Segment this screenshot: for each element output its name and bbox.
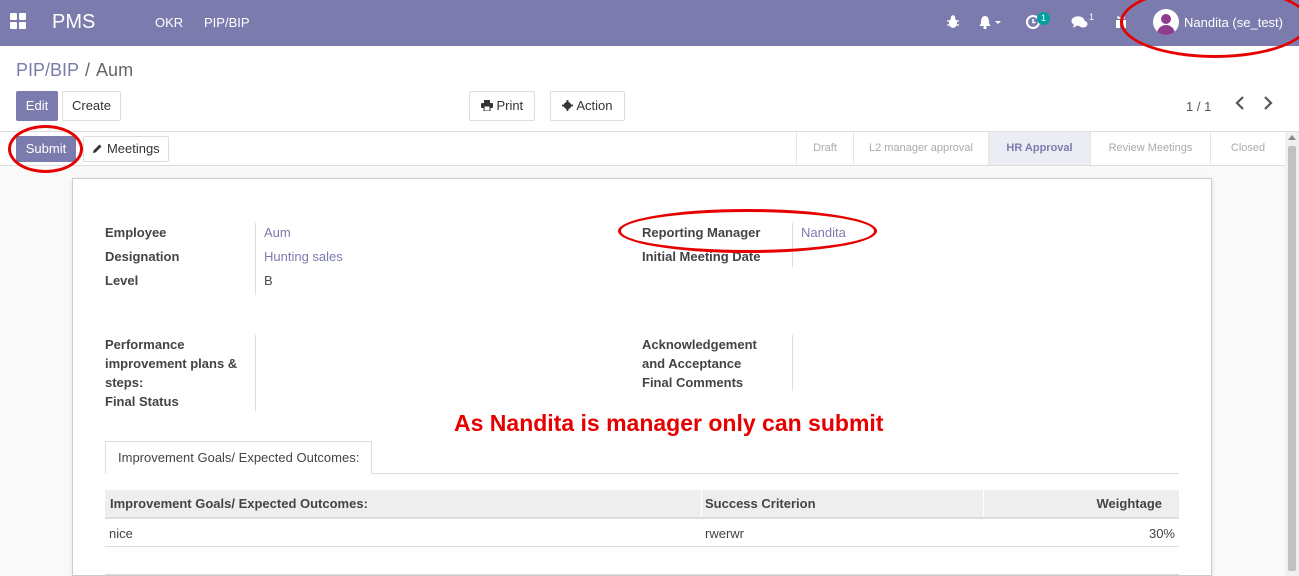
menu-item-okr[interactable]: OKR (155, 15, 183, 30)
action-button[interactable]: Action (550, 91, 625, 121)
acknowledgement-label-line2: and Acceptance (642, 356, 742, 371)
level-label: Level (105, 273, 139, 288)
vertical-scrollbar[interactable] (1285, 132, 1299, 576)
scroll-up-icon[interactable] (1288, 135, 1296, 140)
column-separator (983, 490, 984, 517)
pip-steps-label-line2: improvement plans & (105, 356, 238, 371)
acknowledgement-label-line1: Acknowledgement (642, 337, 757, 352)
column-header-goals[interactable]: Improvement Goals/ Expected Outcomes: (110, 490, 368, 517)
stage-review-meetings[interactable]: Review Meetings (1090, 132, 1210, 165)
stage-draft[interactable]: Draft (796, 132, 853, 165)
pip-steps-label-line1: Performance (105, 337, 185, 352)
cell-goal[interactable]: nice (109, 520, 133, 547)
app-brand[interactable]: PMS (52, 11, 95, 34)
messages-chat-icon[interactable] (1071, 14, 1089, 33)
cell-weightage[interactable]: 30% (1149, 520, 1175, 547)
tab-improvement-goals[interactable]: Improvement Goals/ Expected Outcomes: (105, 441, 372, 474)
level-value: B (264, 273, 273, 288)
column-header-weightage[interactable]: Weightage (1097, 490, 1163, 517)
stage-l2-manager-approval[interactable]: L2 manager approval (853, 132, 988, 165)
breadcrumb-current: Aum (96, 60, 134, 80)
edit-button[interactable]: Edit (16, 91, 58, 121)
apps-menu-icon[interactable] (10, 13, 26, 29)
activity-count-badge: 1 (1037, 12, 1051, 25)
pager-value[interactable]: 1 / 1 (1186, 99, 1211, 114)
final-comments-label: Final Comments (642, 375, 744, 390)
notifications-bell-icon[interactable] (978, 14, 1002, 33)
gear-icon (562, 98, 574, 113)
cell-success-criterion[interactable]: rwerwr (705, 520, 744, 547)
debug-bug-icon[interactable] (946, 14, 960, 33)
meetings-button[interactable]: Meetings (83, 136, 169, 162)
print-label: Print (496, 98, 524, 113)
employee-value[interactable]: Aum (264, 225, 291, 240)
breadcrumb-separator: / (85, 60, 91, 80)
field-divider (255, 223, 256, 295)
final-status-label: Final Status (105, 394, 179, 409)
pencil-icon (92, 141, 103, 156)
annotation-ellipse-manager (618, 209, 877, 253)
designation-value[interactable]: Hunting sales (264, 249, 343, 264)
table-row[interactable]: nice rwerwr 30% (105, 520, 1179, 547)
meetings-label: Meetings (106, 141, 160, 156)
field-divider (255, 335, 256, 411)
employee-label: Employee (105, 225, 167, 240)
designation-label: Designation (105, 249, 180, 264)
annotation-ellipse-user (1120, 0, 1299, 58)
table-bottom-divider (105, 574, 1179, 575)
print-button[interactable]: Print (469, 91, 535, 121)
create-button[interactable]: Create (62, 91, 121, 121)
action-label: Action (576, 98, 613, 113)
annotation-text: As Nandita is manager only can submit (454, 410, 884, 436)
print-icon (480, 98, 493, 113)
pager-next-icon[interactable] (1263, 96, 1273, 115)
table-header: Improvement Goals/ Expected Outcomes: Su… (105, 490, 1179, 519)
form-statusbar: Submit Meetings Draft L2 manager approva… (0, 131, 1299, 166)
field-divider (792, 335, 793, 391)
pip-steps-label-line3: steps: (105, 375, 144, 390)
pager-previous-icon[interactable] (1235, 96, 1245, 115)
scrollbar-thumb[interactable] (1288, 146, 1296, 571)
stage-closed[interactable]: Closed (1210, 132, 1285, 165)
stage-hr-approval[interactable]: HR Approval (988, 132, 1090, 165)
top-navbar: PMS OKR PIP/BIP 1 1 Nandita (se_test) (0, 0, 1299, 46)
annotation-ellipse-submit (8, 125, 83, 173)
breadcrumb-parent[interactable]: PIP/BIP (16, 60, 79, 80)
message-count-badge: 1 (1089, 12, 1095, 22)
breadcrumb: PIP/BIP / Aum (16, 60, 133, 81)
column-separator (701, 490, 702, 517)
column-header-success-criterion[interactable]: Success Criterion (705, 490, 816, 517)
menu-item-pip-bip[interactable]: PIP/BIP (204, 15, 250, 30)
